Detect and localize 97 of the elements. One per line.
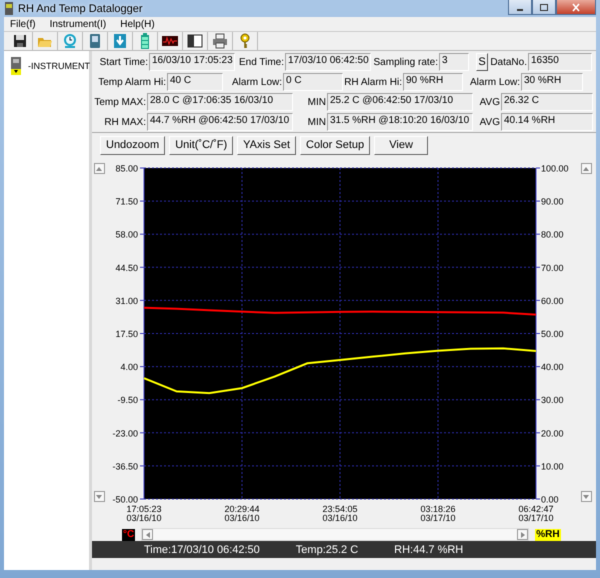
status-text: Time:17/03/10 06:42:50 (144, 544, 260, 556)
axis-label: 70.00 (541, 262, 564, 273)
scroll-left-button[interactable] (142, 529, 154, 540)
value-field: 31.5 %RH @18:10:20 16/03/10 (327, 113, 473, 131)
status-text: Temp:25.2 C (296, 544, 358, 556)
axis-label: 4.00 (120, 362, 138, 372)
scroll-down-button[interactable] (580, 491, 592, 502)
toolbar-button[interactable]: View (374, 136, 428, 154)
scroll-up-button[interactable] (94, 163, 104, 174)
axis-label: -36.50 (112, 461, 138, 472)
field-label: DataNo. (489, 56, 527, 70)
field-label: Temp MAX: (96, 96, 146, 110)
axis-label: 50.00 (541, 329, 564, 339)
scroll-up-button[interactable] (580, 163, 592, 174)
field-label: Temp Alarm Hi: (97, 76, 166, 90)
axis-label: 60.00 (541, 296, 564, 306)
field-label: Alarm Low: (230, 76, 282, 90)
axis-label: 71.50 (115, 196, 138, 207)
unit-legend: %RH (535, 528, 561, 540)
axis-label: 06:42:47 03/17/10 (518, 504, 554, 523)
arrow-down-icon (583, 494, 589, 498)
app-icon (4, 2, 14, 15)
menu-item[interactable]: Help(H) (120, 18, 155, 30)
window-title: RH And Temp Datalogger (18, 2, 144, 14)
axis-label: 30.00 (541, 395, 564, 406)
value-field: 16/03/10 17:05:23 (149, 53, 235, 71)
arrow-left-icon (146, 532, 150, 538)
field-label: Start Time: (98, 56, 148, 70)
device-icon (10, 57, 22, 75)
split-panel-icon (187, 33, 203, 49)
axis-label: -9.50 (117, 395, 138, 406)
value-field: 40.14 %RH (501, 113, 593, 131)
scroll-right-button[interactable] (517, 529, 528, 540)
menu-item[interactable]: Instrument(I) (50, 18, 106, 30)
menu-item[interactable]: File(f) (10, 18, 36, 30)
value-field: 44.7 %RH @06:42:50 17/03/10 (147, 113, 293, 131)
axis-label: -23.00 (112, 428, 138, 438)
field-label: RH Alarm Hi: (344, 76, 402, 90)
save-icon (12, 33, 28, 49)
field-label: Sampling rate: (372, 56, 438, 70)
axis-label: 20.00 (541, 428, 564, 438)
axis-label: 31.00 (115, 296, 138, 306)
axis-label: 10.00 (541, 461, 564, 472)
maximize-button[interactable] (532, 0, 556, 15)
small-button[interactable]: S (476, 53, 488, 71)
download-icon (112, 33, 128, 49)
toolbar-button[interactable]: Undozoom (100, 136, 166, 154)
axis-label: 90.00 (541, 196, 564, 207)
field-label: Alarm Low: (468, 76, 520, 90)
minimize-button[interactable] (508, 0, 532, 15)
scroll-down-button[interactable] (94, 491, 104, 502)
axis-label: 23:54:05 03/16/10 (322, 504, 358, 523)
arrow-up-icon (583, 166, 589, 170)
axis-label: 100.00 (541, 164, 569, 174)
value-field: 30 %RH (521, 73, 583, 91)
toolbar-button[interactable]: Unit(˚C/˚F) (169, 136, 234, 154)
field-label: AVG (478, 116, 500, 130)
field-label: End Time: (238, 56, 284, 70)
close-icon (571, 2, 581, 12)
axis-label: 17:05:23 03/16/10 (126, 504, 162, 523)
toolbar-button[interactable]: Color Setup (300, 136, 370, 154)
axis-label: -50.00 (112, 494, 138, 504)
value-field: 40 C (167, 73, 223, 91)
field-label: MIN (306, 96, 326, 110)
value-field: 3 (439, 53, 469, 71)
minimize-icon (517, 8, 523, 10)
field-label: AVG (478, 96, 500, 110)
axis-label: 44.50 (115, 262, 138, 273)
axis-label: 80.00 (541, 230, 564, 240)
axis-label: 20:29:44 03/16/10 (224, 504, 260, 523)
arrow-right-icon (520, 532, 525, 538)
axis-label: 58.00 (115, 230, 138, 240)
axis-label: 40.00 (541, 362, 564, 372)
waveform-icon (162, 33, 178, 49)
axis-label: 85.00 (115, 164, 138, 174)
value-field: 90 %RH (403, 73, 463, 91)
field-label: RH MAX: (103, 116, 146, 130)
device-icon (87, 33, 103, 49)
value-field: 25.2 C @06:42:50 17/03/10 (327, 93, 473, 111)
value-field: 0 C (283, 73, 343, 91)
value-field: 28.0 C @17:06:35 16/03/10 (147, 93, 293, 111)
axis-label: 0.00 (541, 494, 559, 504)
axis-label: 03:18:26 03/17/10 (420, 504, 456, 523)
axis-label: 17.50 (115, 329, 138, 339)
arrow-up-icon (96, 166, 102, 170)
close-button[interactable] (556, 0, 596, 15)
field-label: MIN (306, 116, 326, 130)
horizontal-scrollbar[interactable] (141, 528, 530, 541)
maximize-icon (539, 2, 549, 12)
value-field: 17/03/10 06:42:50 (285, 53, 371, 71)
tree-item[interactable]: -INSTRUMENT (28, 61, 90, 71)
status-text: RH:44.7 %RH (394, 544, 464, 556)
arrow-down-icon (96, 494, 102, 498)
value-field: 26.32 C (501, 93, 593, 111)
value-field: 16350 (528, 53, 592, 71)
toolbar-button[interactable]: YAxis Set (237, 136, 296, 154)
unit-legend: °C (122, 528, 136, 540)
